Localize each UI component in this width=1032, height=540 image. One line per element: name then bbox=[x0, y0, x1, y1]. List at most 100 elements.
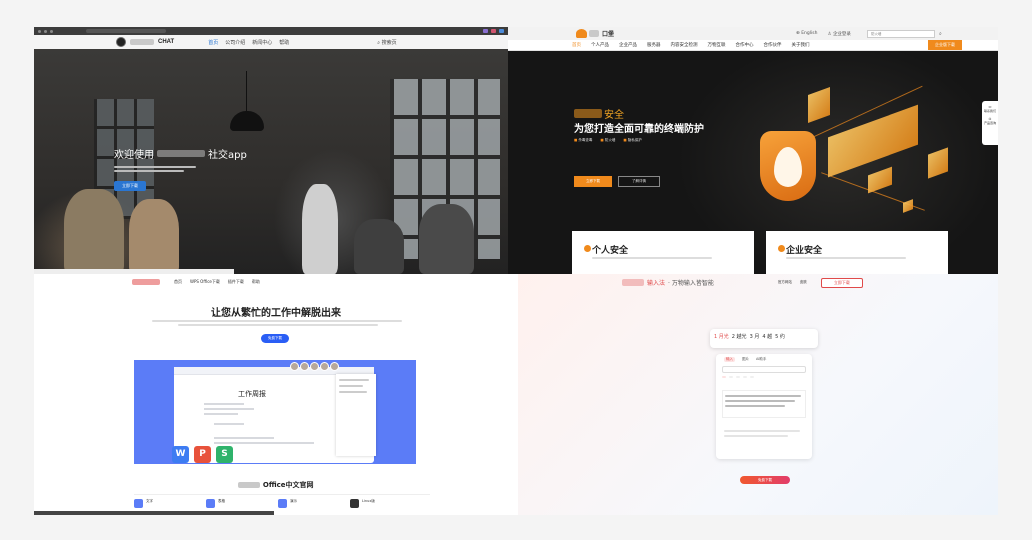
hero-download-button[interactable]: 立即下载 bbox=[574, 176, 612, 187]
nav-link[interactable]: 首页 bbox=[208, 39, 218, 46]
chat-logo-icon[interactable] bbox=[116, 37, 126, 47]
office-logo[interactable] bbox=[132, 279, 160, 285]
avatar[interactable] bbox=[300, 362, 309, 371]
ime-logo[interactable] bbox=[622, 279, 644, 286]
tab[interactable]: AI助手 bbox=[756, 357, 766, 362]
hero-bullets: 杀毒查毒 防火墙 隐私保护 bbox=[574, 138, 642, 143]
blurred-logo bbox=[589, 30, 599, 37]
spreadsheet-app-icon[interactable]: S bbox=[216, 446, 233, 463]
search-icon[interactable]: ⌕ bbox=[939, 31, 942, 37]
extension-icon[interactable] bbox=[483, 29, 488, 33]
office-navbar: 首页 WPS Office下载 插件下载 帮助 bbox=[34, 274, 518, 290]
nav-item[interactable]: 万物互联 bbox=[708, 42, 726, 48]
hero-bullet: 隐私保护 bbox=[623, 138, 642, 143]
enterprise-download-button[interactable]: 企业版下载 bbox=[928, 40, 962, 50]
candidate[interactable]: 5 约 bbox=[775, 333, 785, 340]
nav-item[interactable]: 合作中心 bbox=[736, 42, 754, 48]
nav-item[interactable]: 个人产品 bbox=[591, 42, 609, 48]
chip[interactable] bbox=[750, 376, 754, 378]
nav-link[interactable]: 皮肤 bbox=[800, 280, 807, 285]
document-icon bbox=[134, 499, 143, 508]
chip[interactable] bbox=[729, 376, 733, 378]
lamp-cord bbox=[246, 71, 247, 113]
enterprise-icon bbox=[778, 245, 785, 252]
nav-link[interactable]: 首页 bbox=[174, 279, 182, 285]
back-icon[interactable] bbox=[38, 29, 41, 33]
hero-title: 为您打造全面可靠的终端防护 bbox=[574, 124, 704, 135]
chat-navbar: CHAT 首页 公司介绍 新闻中心 帮助 ⌕ 搜索页 bbox=[34, 35, 508, 49]
chat-nav-links: 首页 公司介绍 新闻中心 帮助 bbox=[208, 39, 289, 46]
avatar[interactable] bbox=[290, 362, 299, 371]
chip[interactable] bbox=[743, 376, 747, 378]
comment-panel bbox=[336, 374, 376, 456]
office-title: 让您从繁忙的工作中解脱出来 bbox=[211, 308, 341, 319]
blurred-name bbox=[157, 150, 205, 157]
writer-app-icon[interactable]: W bbox=[172, 446, 189, 463]
search-input[interactable]: 防火墙 bbox=[866, 29, 935, 38]
ime-site: 输入法 · 万物输入皆智能 官方网站 皮肤 立即下载 1 月光 2 越光 3 月… bbox=[518, 274, 998, 515]
chip[interactable] bbox=[722, 376, 726, 378]
avatar[interactable] bbox=[320, 362, 329, 371]
nav-link[interactable]: 公司介绍 bbox=[225, 39, 245, 46]
ime-chips bbox=[722, 376, 754, 378]
nav-link[interactable]: WPS Office下载 bbox=[190, 279, 220, 285]
candidate[interactable]: 2 越光 bbox=[732, 333, 747, 340]
ime-navbar: 输入法 · 万物输入皆智能 官方网站 皮肤 立即下载 bbox=[518, 274, 998, 291]
search-link[interactable]: ⌕ 搜索页 bbox=[377, 39, 396, 46]
download-button[interactable]: 立即下载 bbox=[114, 181, 146, 191]
ime-cta-button[interactable]: 免费下载 bbox=[740, 476, 790, 484]
nav-item[interactable]: 企业产品 bbox=[619, 42, 637, 48]
tab[interactable]: 图片 bbox=[742, 357, 749, 362]
person-figure bbox=[354, 219, 404, 274]
candidate[interactable]: 1 月光 bbox=[714, 333, 729, 340]
office-download-button[interactable]: 免费下载 bbox=[261, 334, 289, 343]
extension-icon[interactable] bbox=[491, 29, 496, 33]
address-bar[interactable] bbox=[86, 29, 166, 33]
document-title: 工作周报 bbox=[238, 390, 266, 398]
forward-icon[interactable] bbox=[44, 29, 47, 33]
nav-link[interactable]: 帮助 bbox=[252, 279, 260, 285]
security-logo-icon[interactable] bbox=[576, 29, 587, 38]
nav-link[interactable]: 官方网站 bbox=[778, 280, 792, 285]
blurred-brand bbox=[130, 39, 154, 45]
personal-security-card[interactable]: 个人安全 bbox=[572, 231, 754, 274]
nav-link[interactable]: 插件下载 bbox=[228, 279, 244, 285]
side-float-label[interactable]: 产品咨询 bbox=[982, 121, 998, 125]
reload-icon[interactable] bbox=[50, 29, 53, 33]
candidate[interactable]: 4 越 bbox=[762, 333, 772, 340]
nav-link[interactable]: 帮助 bbox=[279, 39, 289, 46]
card-desc bbox=[786, 257, 916, 259]
enterprise-security-card[interactable]: 企业安全 bbox=[766, 231, 948, 274]
feature-item[interactable]: Linux版 bbox=[350, 494, 430, 515]
presentation-app-icon[interactable]: P bbox=[194, 446, 211, 463]
nav-item[interactable]: 关于我们 bbox=[792, 42, 810, 48]
avatar[interactable] bbox=[330, 362, 339, 371]
nav-item[interactable]: 合作伙伴 bbox=[764, 42, 782, 48]
nav-item[interactable]: 首页 bbox=[572, 42, 581, 48]
nav-item[interactable]: 内容安全检测 bbox=[671, 42, 698, 48]
browser-chrome bbox=[34, 27, 508, 35]
login-link[interactable]: ♙ 企业登录 bbox=[827, 31, 850, 37]
language-link[interactable]: ⊕ English bbox=[796, 31, 817, 37]
chat-brand: CHAT bbox=[158, 39, 175, 45]
hero-title-prefix: 欢迎使用 bbox=[114, 150, 154, 161]
candidate[interactable]: 3 月 bbox=[750, 333, 760, 340]
ime-download-button[interactable]: 立即下载 bbox=[820, 277, 863, 288]
hero-learn-more-button[interactable]: 了解详情 bbox=[618, 176, 660, 187]
feature-item[interactable]: 演示 bbox=[278, 494, 358, 515]
tab[interactable]: 输入 bbox=[724, 357, 735, 362]
hero-title-suffix: 社交app bbox=[208, 150, 247, 161]
ime-text-box bbox=[722, 426, 806, 448]
collaborator-avatars bbox=[290, 362, 339, 371]
ime-search-input[interactable] bbox=[722, 366, 806, 373]
linux-icon bbox=[350, 499, 359, 508]
nav-link[interactable]: 新闻中心 bbox=[252, 39, 272, 46]
extension-icon[interactable] bbox=[499, 29, 504, 33]
side-float-label[interactable]: 联系我们 bbox=[982, 109, 998, 113]
person-icon bbox=[584, 245, 591, 252]
chip[interactable] bbox=[736, 376, 740, 378]
ime-panel: 输入 图片 AI助手 bbox=[716, 354, 812, 459]
avatar[interactable] bbox=[310, 362, 319, 371]
ime-slogan: · 万物输入皆智能 bbox=[668, 280, 714, 287]
nav-item[interactable]: 服务器 bbox=[647, 42, 661, 48]
